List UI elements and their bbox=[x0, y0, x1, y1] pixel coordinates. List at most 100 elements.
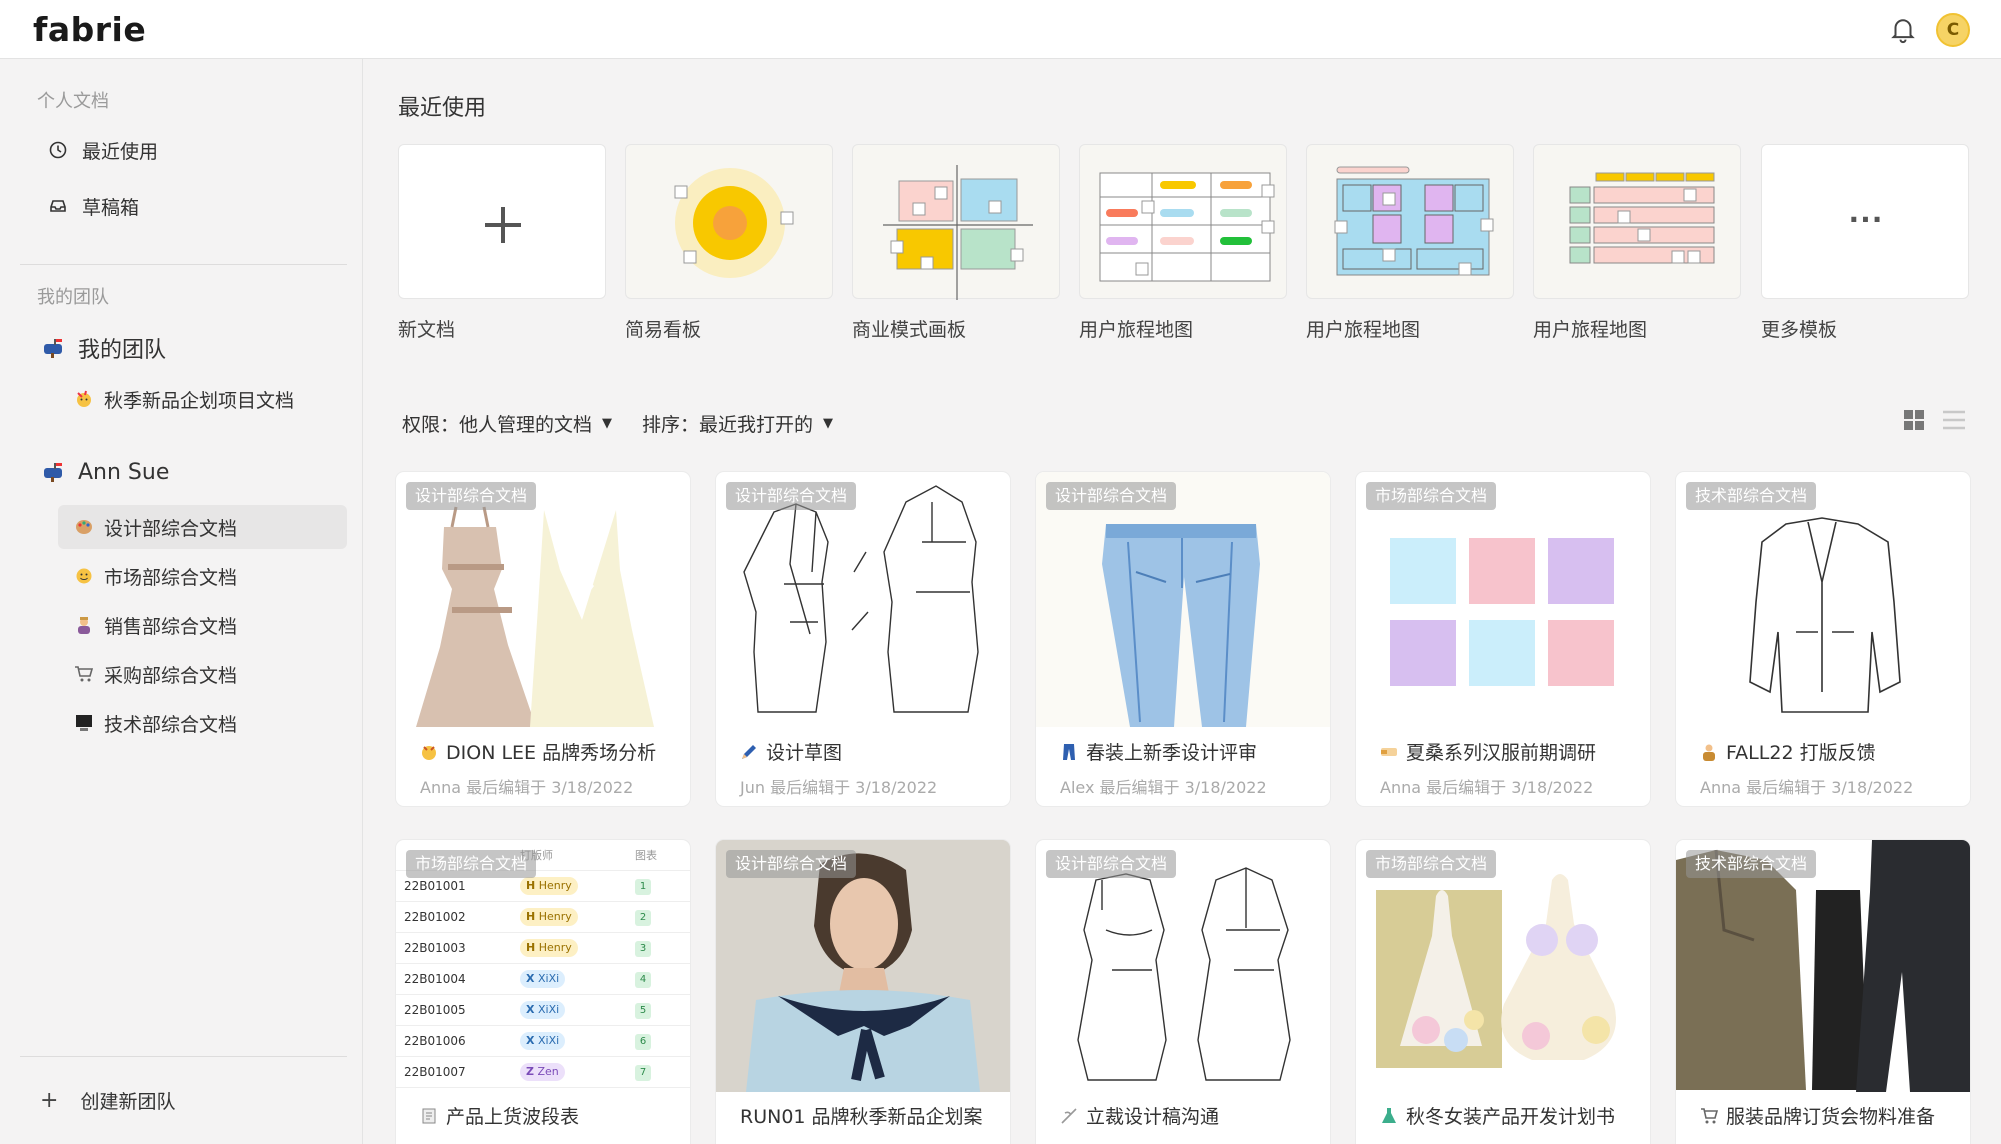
template-new-doc[interactable] bbox=[398, 144, 606, 299]
bell-icon[interactable] bbox=[1888, 14, 1918, 44]
table-row: 22B01007 Z Zen 7 bbox=[396, 1057, 690, 1088]
journey-map-thumbnail bbox=[1099, 172, 1275, 282]
sidebar-doc-label: 市场部综合文档 bbox=[104, 566, 238, 589]
card-tag: 设计部综合文档 bbox=[726, 482, 857, 510]
sidebar-item-recent[interactable]: 最近使用 bbox=[20, 128, 347, 172]
card-meta: Anna 最后编辑于 3/18/2022 bbox=[1380, 778, 1594, 797]
team-name: Ann Sue bbox=[78, 459, 170, 485]
sidebar-doc-label: 采购部综合文档 bbox=[104, 664, 238, 687]
doc-card[interactable]: 设计部综合文档 春装上新季设计评审 Alex 最后编辑于 3/18/2022 bbox=[1036, 472, 1330, 806]
template-label: 用户旅程地图 bbox=[1533, 319, 1648, 341]
template-journey-map-2[interactable] bbox=[1306, 144, 1514, 299]
template-label: 用户旅程地图 bbox=[1306, 319, 1421, 341]
jeans-icon bbox=[1063, 743, 1075, 760]
team-my-team[interactable]: 我的团队 bbox=[42, 328, 166, 368]
card-title: 立裁设计稿沟通 bbox=[1060, 1102, 1219, 1129]
card-meta: Anna 最后编辑于 3/18/2022 bbox=[1700, 778, 1914, 797]
doc-card[interactable]: 市场部综合文档 秋冬女装产品开发计划书 bbox=[1356, 840, 1650, 1144]
card-title-text: 服装品牌订货会物料准备 bbox=[1726, 1106, 1936, 1128]
card-title: 产品上货波段表 bbox=[420, 1102, 579, 1129]
card-title-text: RUN01 品牌秋季新品企划案 bbox=[740, 1106, 983, 1128]
doc-card[interactable]: 市场部综合文档 夏桑系列汉服前期调研 Anna 最后编辑于 3/18/2022 bbox=[1356, 472, 1650, 806]
sidebar-doc-autumn-project[interactable]: 秋季新品企划项目文档 bbox=[58, 377, 347, 421]
permission-filter-dropdown[interactable]: 权限：他人管理的文档 ▼ bbox=[402, 410, 612, 437]
sidebar-doc-marketing[interactable]: 市场部综合文档 bbox=[58, 554, 347, 598]
sidebar-doc-design[interactable]: 设计部综合文档 bbox=[58, 505, 347, 549]
monitor-icon bbox=[76, 715, 92, 731]
sidebar-doc-label: 销售部综合文档 bbox=[104, 615, 238, 638]
grid-view-icon[interactable] bbox=[1903, 409, 1925, 431]
palette-icon bbox=[76, 520, 92, 534]
pencil-icon bbox=[742, 744, 756, 759]
sidebar-item-drafts[interactable]: 草稿箱 bbox=[20, 184, 347, 228]
template-more[interactable]: ··· bbox=[1761, 144, 1969, 299]
card-title-text: 设计草图 bbox=[766, 742, 843, 764]
list-view-icon[interactable] bbox=[1942, 409, 1966, 431]
template-journey-map-1[interactable] bbox=[1079, 144, 1287, 299]
sort-dropdown[interactable]: 排序：最近我打开的 ▼ bbox=[642, 410, 833, 437]
caret-down-icon: ▼ bbox=[602, 416, 613, 431]
template-business-model[interactable] bbox=[852, 144, 1060, 300]
mailbox-icon bbox=[44, 339, 62, 358]
card-title: 秋冬女装产品开发计划书 bbox=[1380, 1102, 1615, 1129]
sidebar-doc-tech[interactable]: 技术部综合文档 bbox=[58, 701, 347, 745]
my-teams-label: 我的团队 bbox=[37, 287, 109, 308]
card-title: DION LEE 品牌秀场分析 bbox=[420, 738, 656, 765]
journey-map-thumbnail bbox=[1334, 166, 1494, 276]
card-tag: 市场部综合文档 bbox=[1366, 850, 1497, 878]
template-label: 商业模式画板 bbox=[852, 319, 967, 341]
doc-card[interactable]: 设计部综合文档 DION LEE 品牌秀场分析 Anna 最后编辑于 3/18/… bbox=[396, 472, 690, 806]
doc-card[interactable]: 设计部综合文档 RUN01 品牌秋季新品企划案 bbox=[716, 840, 1010, 1144]
template-simple-kanban[interactable] bbox=[625, 144, 833, 299]
doc-card[interactable]: 打版师 图表 22B01001 H Henry 1 22B01002 H Henry 2… bbox=[396, 840, 690, 1144]
template-journey-map-3[interactable] bbox=[1533, 144, 1741, 299]
top-bar: fabrie C bbox=[0, 0, 2001, 59]
team-ann-sue[interactable]: Ann Sue bbox=[42, 452, 169, 492]
sidebar-doc-sales[interactable]: 销售部综合文档 bbox=[58, 603, 347, 647]
sidebar-item-label: 最近使用 bbox=[82, 140, 159, 163]
card-thumbnail bbox=[716, 472, 1010, 727]
user-avatar[interactable]: C bbox=[1936, 13, 1970, 47]
person-icon bbox=[78, 617, 90, 634]
personal-docs-label: 个人文档 bbox=[37, 91, 109, 112]
sidebar-item-label: 草稿箱 bbox=[82, 196, 140, 219]
doc-card[interactable]: 设计部综合文档 设计草图 Jun 最后编辑于 3/18/2022 bbox=[716, 472, 1010, 806]
card-title: FALL22 打版反馈 bbox=[1700, 738, 1876, 765]
party-face-icon bbox=[77, 390, 91, 407]
template-label: 用户旅程地图 bbox=[1079, 319, 1194, 341]
card-thumbnail bbox=[396, 472, 690, 727]
table-row: 22B01004 X XiXi 4 bbox=[396, 964, 690, 995]
kanban-thumbnail bbox=[674, 168, 794, 278]
dress-sketch-image bbox=[416, 506, 654, 727]
person-icon bbox=[1703, 744, 1715, 761]
table-row: 22B01006 X XiXi 6 bbox=[396, 1026, 690, 1057]
card-tag: 市场部综合文档 bbox=[1366, 482, 1497, 510]
doc-card[interactable]: 技术部综合文档 FALL22 打版反馈 Anna 最后编辑于 3/18/2022 bbox=[1676, 472, 1970, 806]
doc-card[interactable]: 设计部综合文档 立裁设计稿沟通 bbox=[1036, 840, 1330, 1144]
create-team-button[interactable]: + 创建新团队 bbox=[40, 1087, 175, 1114]
plus-icon bbox=[485, 207, 521, 243]
app-logo[interactable]: fabrie bbox=[33, 10, 146, 49]
cart-icon bbox=[75, 666, 94, 682]
card-thumbnail bbox=[1676, 472, 1970, 727]
team-name: 我的团队 bbox=[78, 338, 167, 363]
sidebar: 个人文档 最近使用 草稿箱 我的团队 我的团队 秋季新品企划项目文档 Ann S… bbox=[0, 59, 363, 1144]
jacket-sketch-image bbox=[743, 485, 979, 713]
sidebar-doc-label: 设计部综合文档 bbox=[104, 517, 238, 540]
card-title: 服装品牌订货会物料准备 bbox=[1700, 1102, 1935, 1129]
sidebar-doc-purchasing[interactable]: 采购部综合文档 bbox=[58, 652, 347, 696]
card-title: RUN01 品牌秋季新品企划案 bbox=[740, 1102, 983, 1129]
sidebar-divider bbox=[20, 1056, 347, 1057]
more-dots-icon: ··· bbox=[1848, 203, 1884, 236]
filter-label: 权限：他人管理的文档 bbox=[402, 414, 593, 436]
doc-card[interactable]: 技术部综合文档 服装品牌订货会物料准备 bbox=[1676, 840, 1970, 1144]
card-tag: 设计部综合文档 bbox=[406, 482, 537, 510]
business-model-thumbnail bbox=[883, 165, 1033, 300]
template-label: 更多模板 bbox=[1761, 319, 1838, 341]
card-tag: 设计部综合文档 bbox=[1046, 850, 1177, 878]
table-row: 22B01005 X XiXi 5 bbox=[396, 995, 690, 1026]
scroll-icon bbox=[422, 1108, 436, 1123]
sidebar-doc-label: 技术部综合文档 bbox=[104, 713, 238, 736]
card-meta: Jun 最后编辑于 3/18/2022 bbox=[740, 778, 938, 797]
create-team-label: 创建新团队 bbox=[80, 1091, 176, 1113]
